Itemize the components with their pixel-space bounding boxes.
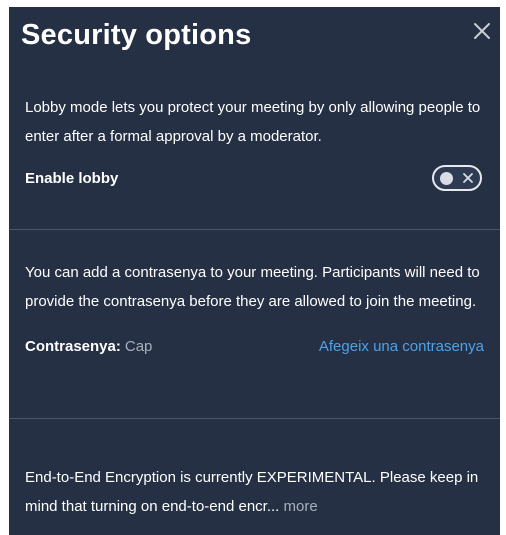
e2ee-description: End-to-End Encryption is currently EXPER… bbox=[25, 463, 484, 521]
password-value: Cap bbox=[124, 337, 153, 355]
e2ee-description-text: End-to-End Encryption is currently EXPER… bbox=[25, 469, 479, 515]
toggle-off-icon bbox=[463, 173, 473, 183]
close-button[interactable] bbox=[470, 19, 494, 43]
lobby-row: Enable lobby bbox=[25, 163, 484, 193]
password-description: You can add a contrasenya to your meetin… bbox=[25, 264, 480, 310]
lobby-description: Lobby mode lets you protect your meeting… bbox=[25, 99, 481, 145]
toggle-knob bbox=[440, 172, 453, 185]
lobby-section: Lobby mode lets you protect your meeting… bbox=[9, 69, 500, 230]
password-label: Contrasenya: bbox=[25, 337, 121, 355]
dialog-title: Security options bbox=[21, 19, 252, 51]
e2ee-section: End-to-End Encryption is currently EXPER… bbox=[9, 419, 500, 521]
security-options-dialog: Security options Lobby mode lets you pro… bbox=[9, 7, 500, 535]
dialog-header: Security options bbox=[9, 7, 500, 69]
password-row: Contrasenya: Cap Afegeix una contrasenya bbox=[25, 334, 484, 358]
enable-lobby-toggle[interactable] bbox=[432, 165, 482, 191]
enable-lobby-label: Enable lobby bbox=[25, 169, 119, 187]
close-icon bbox=[474, 23, 490, 39]
password-status: Contrasenya: Cap bbox=[25, 338, 152, 355]
more-link[interactable]: more bbox=[284, 498, 318, 515]
add-password-link[interactable]: Afegeix una contrasenya bbox=[319, 338, 484, 355]
password-section: You can add a contrasenya to your meetin… bbox=[9, 230, 500, 419]
